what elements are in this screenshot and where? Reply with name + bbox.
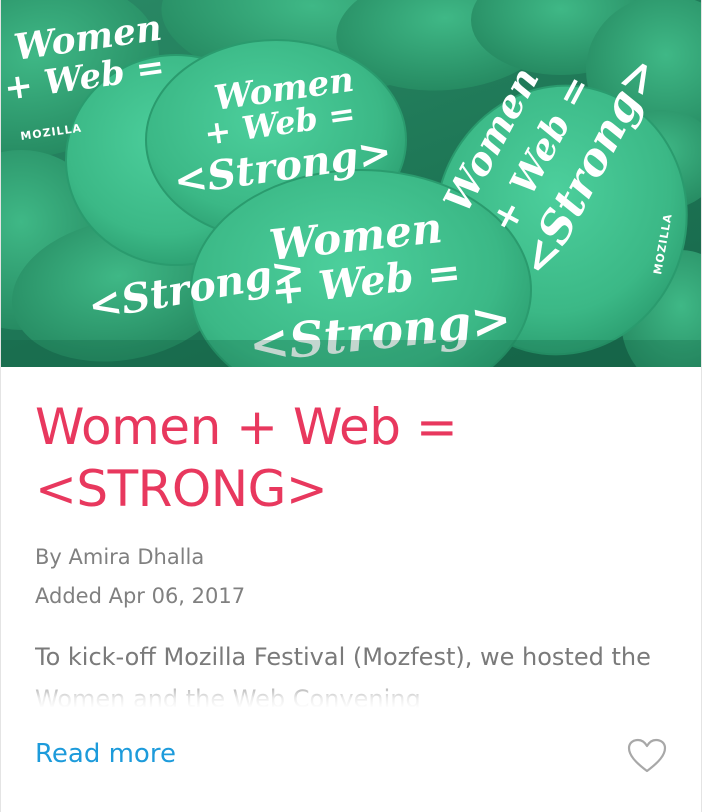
article-image[interactable]: Women + Web = Women + Web = <Strong> Wom…: [1, 0, 701, 367]
like-button[interactable]: [627, 738, 667, 774]
read-more-link[interactable]: Read more: [35, 736, 176, 772]
article-excerpt: To kick-off Mozilla Festival (Mozfest), …: [35, 643, 651, 708]
pin-buttons-photo: Women + Web = Women + Web = <Strong> Wom…: [1, 0, 701, 367]
article-title[interactable]: Women + Web = <STRONG>: [35, 396, 675, 520]
heart-outline-icon: [627, 738, 667, 773]
article-card: Women + Web = Women + Web = <Strong> Wom…: [0, 0, 702, 812]
article-author: By Amira Dhalla: [35, 545, 205, 569]
article-date-added: Added Apr 06, 2017: [35, 584, 246, 608]
